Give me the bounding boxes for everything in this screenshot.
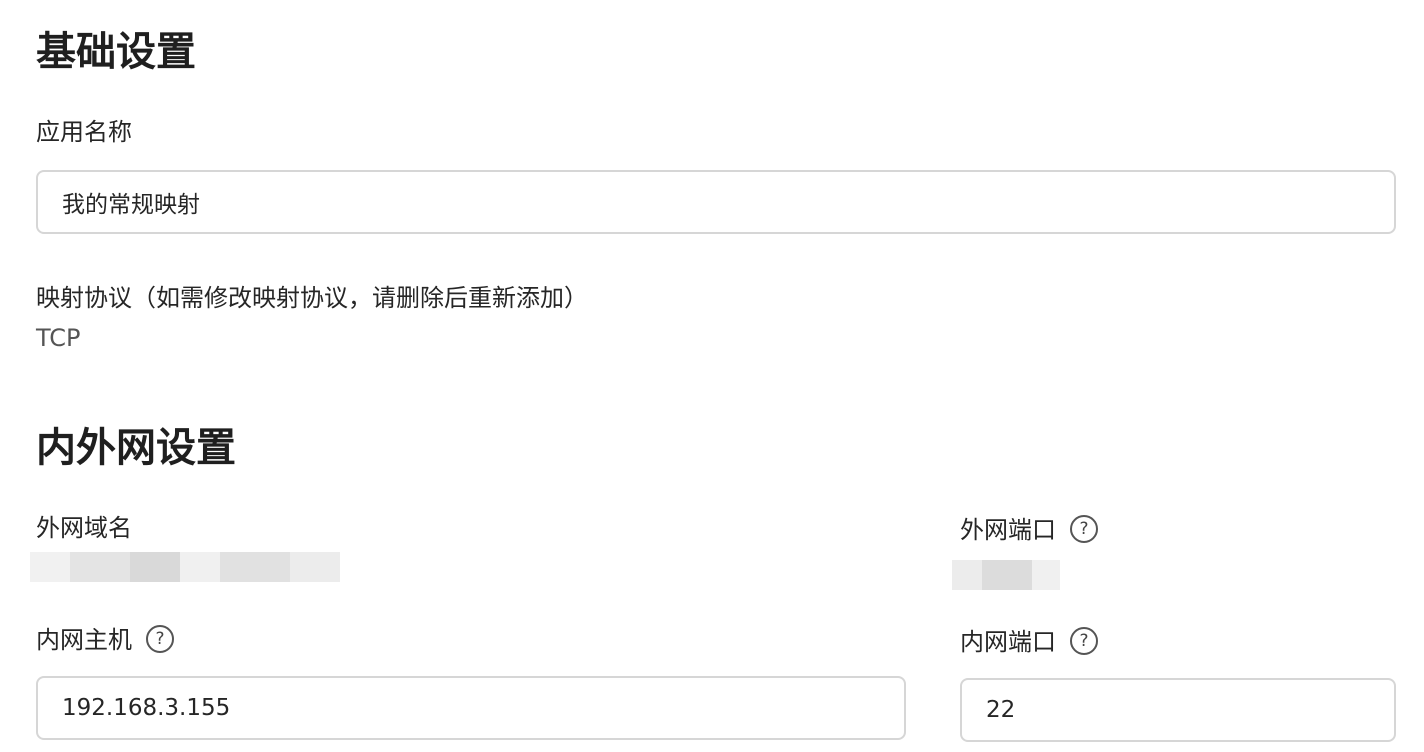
internal-port-label-row: 内网端口? xyxy=(960,626,1098,658)
internal-host-label: 内网主机 xyxy=(36,626,132,654)
internal-host-label-row: 内网主机? xyxy=(36,624,174,656)
protocol-label: 映射协议（如需修改映射协议，请删除后重新添加） xyxy=(36,284,588,312)
settings-page: 基础设置 应用名称 映射协议（如需修改映射协议，请删除后重新添加） TCP 内外… xyxy=(0,0,1424,752)
external-port-label-row: 外网端口? xyxy=(960,514,1098,546)
external-domain-value-redacted xyxy=(30,552,340,582)
basic-settings-title: 基础设置 xyxy=(36,29,196,75)
network-settings-title: 内外网设置 xyxy=(36,425,236,471)
external-port-value-redacted xyxy=(952,560,1060,590)
external-port-help-icon[interactable]: ? xyxy=(1070,515,1098,543)
external-domain-label: 外网域名 xyxy=(36,514,132,542)
external-port-label: 外网端口 xyxy=(960,516,1056,544)
internal-port-input[interactable] xyxy=(960,678,1396,742)
app-name-input[interactable] xyxy=(36,170,1396,234)
internal-port-help-icon[interactable]: ? xyxy=(1070,627,1098,655)
app-name-label: 应用名称 xyxy=(36,118,132,146)
internal-port-label: 内网端口 xyxy=(960,628,1056,656)
internal-host-help-icon[interactable]: ? xyxy=(146,625,174,653)
internal-host-input[interactable] xyxy=(36,676,906,740)
protocol-value: TCP xyxy=(36,324,81,352)
